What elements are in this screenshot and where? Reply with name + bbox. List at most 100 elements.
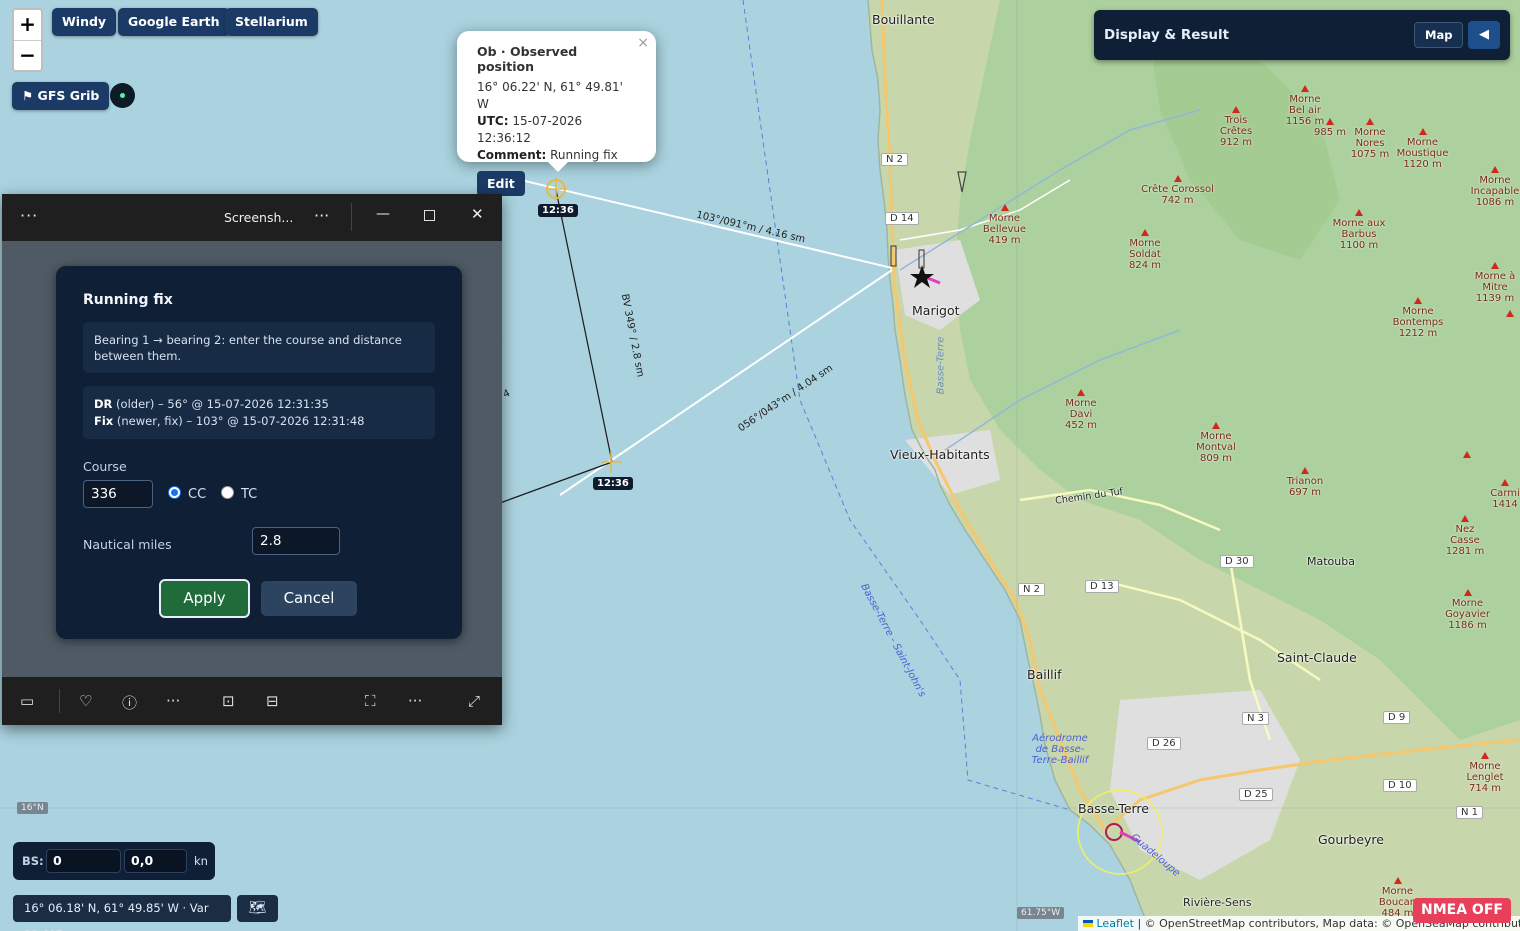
- aerodrome-label: Aérodrome de Basse-Terre-Baillif: [1031, 733, 1089, 766]
- observed-position-popup: × Ob · Observed position 16° 06.22' N, 6…: [457, 31, 656, 196]
- visual-search-icon[interactable]: ⊡: [222, 692, 235, 710]
- panel-title: Display & Result: [1104, 27, 1230, 43]
- more-icon[interactable]: ···: [408, 692, 422, 710]
- info-icon[interactable]: ⓘ: [122, 692, 137, 713]
- windy-button[interactable]: Windy: [52, 8, 117, 36]
- more-icon[interactable]: ···: [314, 206, 329, 225]
- screenshot-viewer-window: ··· Screensh... ··· — ✕ Running fix Bear…: [2, 194, 502, 725]
- popup-position: 16° 06.22' N, 61° 49.81' W: [477, 80, 623, 111]
- dr-entry: DR (older) – 56° @ 15-07-2026 12:31:35: [94, 397, 329, 411]
- peak-label: Morne Soldat 824 m: [1124, 229, 1166, 271]
- zoom-control: + −: [12, 8, 43, 72]
- road-shield: N 2: [1018, 583, 1046, 596]
- road-shield: D 14: [885, 212, 919, 225]
- maximize-icon[interactable]: [424, 210, 435, 221]
- leaflet-link[interactable]: Leaflet: [1097, 917, 1134, 930]
- radio-unchecked-icon: [221, 486, 234, 499]
- road-shield: D 26: [1147, 737, 1181, 750]
- peak-label: Morne aux Barbus 1100 m: [1330, 209, 1388, 251]
- text-scan-icon[interactable]: ⊟: [266, 692, 279, 710]
- close-icon[interactable]: ×: [637, 35, 649, 51]
- peak-label: Carmi 1414: [1490, 479, 1520, 510]
- divider: [351, 203, 352, 231]
- town-label: Marigot: [912, 303, 960, 318]
- fix-time-tag[interactable]: 12:36: [538, 204, 578, 217]
- stellarium-button[interactable]: Stellarium: [225, 8, 318, 36]
- road-shield: N 1: [1456, 806, 1484, 819]
- fix-entry: Fix (newer, fix) – 103° @ 15-07-2026 12:…: [94, 414, 365, 428]
- course-input[interactable]: 336: [83, 480, 153, 508]
- town-label: Bouillante: [872, 12, 935, 27]
- leaflet-flag-icon: [1083, 920, 1093, 927]
- road-shield: D 30: [1220, 555, 1254, 568]
- map-toggle-button[interactable]: Map: [1414, 22, 1464, 48]
- fullscreen-icon[interactable]: ⤢: [468, 692, 480, 710]
- nautical-miles-input[interactable]: 2.8: [252, 527, 340, 555]
- position-readout: 16° 06.18' N, 61° 49.85' W · Var 12.6°E: [13, 895, 231, 931]
- road-shield: D 10: [1383, 779, 1417, 792]
- road-shield: D 25: [1239, 788, 1273, 801]
- peak-label: 985 m: [1314, 118, 1346, 138]
- nautical-miles-label: Nautical miles: [83, 537, 172, 552]
- heading-input[interactable]: 0: [46, 849, 121, 873]
- peak-label: Morne Incapable 1086 m: [1470, 166, 1520, 208]
- town-label: Matouba: [1307, 555, 1355, 568]
- town-label: Basse-Terre: [1078, 801, 1149, 816]
- peak-label: Morne Bellevue 419 m: [982, 204, 1027, 246]
- peak-label: Trianon 697 m: [1285, 467, 1325, 498]
- viewer-title: Screensh...: [224, 210, 294, 225]
- minimize-icon[interactable]: —: [376, 206, 390, 222]
- viewer-toolbar: ▭ ♡ ⓘ ··· ⊡ ⊟ ⛶ ··· ⤢: [2, 677, 502, 725]
- more-icon[interactable]: ···: [20, 206, 38, 225]
- town-label: Vieux-Habitants: [890, 447, 990, 462]
- road-shield: N 2: [881, 153, 909, 166]
- popup-title: Ob · Observed position: [477, 44, 578, 74]
- road-shield: D 9: [1383, 711, 1411, 724]
- zoom-out-button[interactable]: −: [14, 40, 41, 70]
- road-shield: D 13: [1085, 580, 1119, 593]
- peak-label: Morne Nores 1075 m: [1350, 118, 1390, 160]
- peak-label: Crête Corossol 742 m: [1140, 175, 1215, 206]
- gfs-status-indicator[interactable]: [110, 83, 135, 108]
- world-map-icon[interactable]: 🗺: [237, 895, 278, 922]
- google-earth-button[interactable]: Google Earth: [118, 8, 230, 36]
- dialog-title: Running fix: [83, 292, 173, 308]
- radio-cc[interactable]: CC: [168, 486, 206, 502]
- peak-label: Morne Goyavier 1186 m: [1440, 589, 1495, 631]
- fix-time-tag[interactable]: 12:36: [593, 477, 633, 490]
- apply-button[interactable]: Apply: [159, 579, 250, 618]
- speed-unit: kn: [194, 854, 208, 868]
- bs-label: BS:: [22, 854, 44, 868]
- more-icon[interactable]: ···: [166, 692, 180, 710]
- town-label: Baillif: [1027, 667, 1062, 682]
- close-icon[interactable]: ✕: [471, 205, 484, 223]
- peak-label: Nez Casse 1281 m: [1440, 515, 1490, 557]
- divider: [59, 689, 60, 713]
- town-label: Saint-Claude: [1277, 650, 1357, 665]
- zoom-in-button[interactable]: +: [14, 10, 41, 40]
- town-label: Rivière-Sens: [1183, 896, 1252, 909]
- collapse-panel-button[interactable]: ◀: [1468, 21, 1500, 49]
- speed-input[interactable]: 0,0: [124, 849, 187, 873]
- peak-label: Trois Crêtes 912 m: [1210, 106, 1262, 148]
- boat-speed-panel: BS: 0 ° 0,0 kn: [13, 842, 215, 880]
- town-label: Gourbeyre: [1318, 832, 1384, 847]
- peak-label: Morne Davi 452 m: [1062, 389, 1100, 431]
- filmstrip-icon[interactable]: ▭: [20, 692, 34, 710]
- viewer-titlebar[interactable]: ··· Screensh... ··· — ✕: [2, 194, 502, 241]
- cancel-button[interactable]: Cancel: [261, 581, 357, 616]
- nmea-toggle-button[interactable]: NMEA OFF: [1413, 898, 1511, 923]
- gfs-grib-button[interactable]: ⚑ GFS Grib: [12, 82, 110, 110]
- radio-tc[interactable]: TC: [221, 486, 257, 502]
- course-label: Course: [83, 459, 127, 474]
- fit-screen-icon[interactable]: ⛶: [365, 692, 376, 710]
- edit-button[interactable]: Edit: [477, 171, 525, 196]
- running-fix-dialog: Running fix Bearing 1 → bearing 2: enter…: [56, 266, 462, 639]
- bearing-list: DR (older) – 56° @ 15-07-2026 12:31:35 F…: [83, 386, 435, 439]
- favorite-icon[interactable]: ♡: [79, 692, 92, 710]
- peak-label: Morne Bontemps 1212 m: [1388, 297, 1448, 339]
- popup-utc: UTC: 15-07-2026 12:36:12: [477, 114, 583, 145]
- peak-label: Morne Montval 809 m: [1192, 422, 1240, 464]
- graticule-lat-label: 16°N: [17, 802, 48, 814]
- instruction-text: Bearing 1 → bearing 2: enter the course …: [83, 322, 435, 373]
